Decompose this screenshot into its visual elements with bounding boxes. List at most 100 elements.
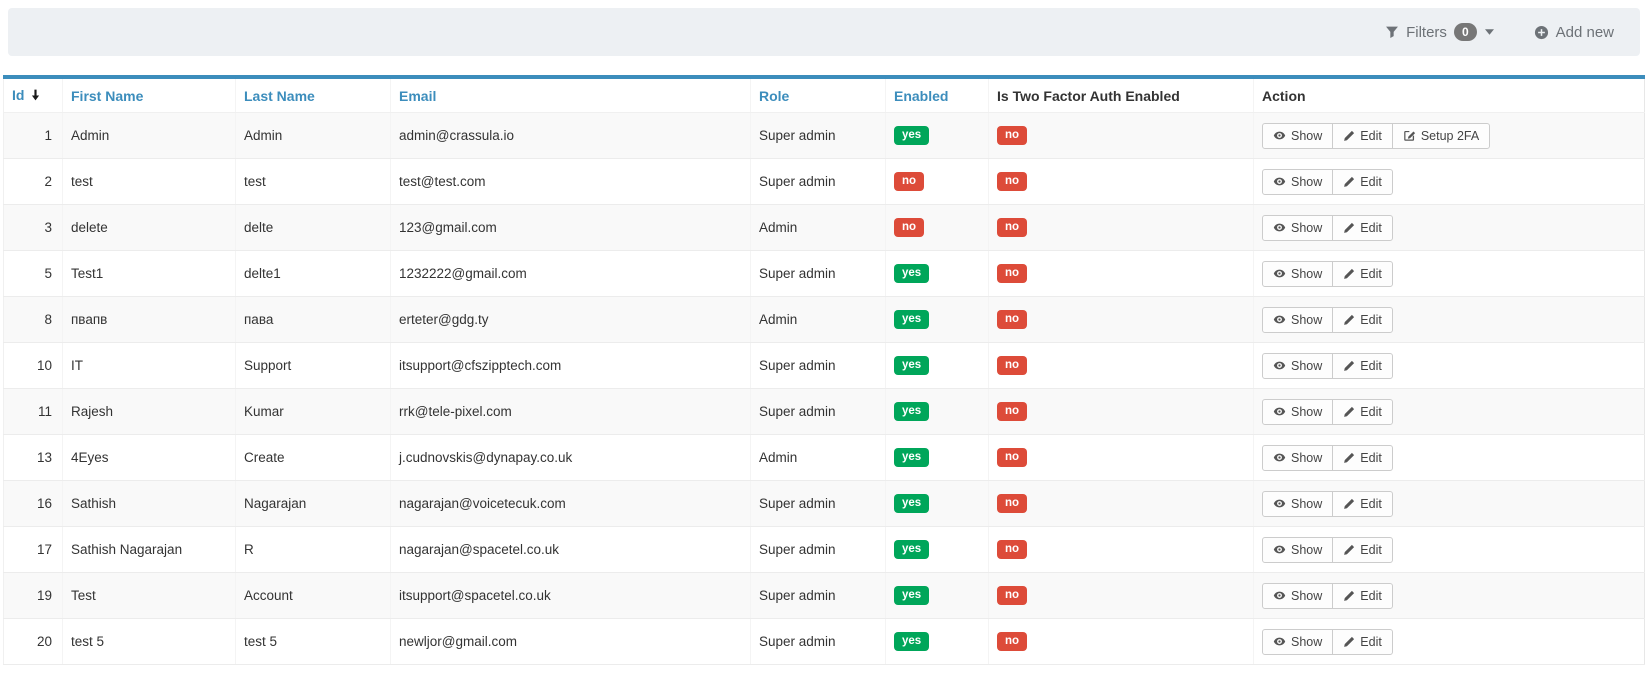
column-header-id[interactable]: Id (4, 77, 63, 113)
pencil-icon (1343, 222, 1355, 234)
id-cell: 13 (4, 435, 63, 481)
id-cell: 8 (4, 297, 63, 343)
table-row: 20 test 5 test 5 newljor@gmail.com Super… (4, 619, 1645, 665)
show-button[interactable]: Show (1262, 215, 1333, 241)
role-cell: Super admin (751, 389, 886, 435)
enabled-cell: yes (886, 297, 989, 343)
action-cell: ShowEdit (1254, 159, 1645, 205)
edit-button[interactable]: Edit (1332, 399, 1393, 425)
eye-icon (1273, 129, 1286, 142)
pencil-icon (1343, 406, 1355, 418)
pencil-icon (1343, 268, 1355, 280)
pencil-icon (1343, 176, 1355, 188)
edit-button[interactable]: Edit (1332, 353, 1393, 379)
show-button[interactable]: Show (1262, 123, 1333, 149)
filters-button[interactable]: Filters 0 (1385, 23, 1494, 41)
column-header-first-name[interactable]: First Name (63, 77, 236, 113)
eye-icon (1273, 405, 1286, 418)
edit-button[interactable]: Edit (1332, 583, 1393, 609)
two-factor-badge: no (997, 448, 1027, 467)
pencil-icon (1343, 544, 1355, 556)
show-button[interactable]: Show (1262, 399, 1333, 425)
column-header-last-name[interactable]: Last Name (236, 77, 391, 113)
setup-2fa-button[interactable]: Setup 2FA (1392, 123, 1490, 149)
pencil-icon (1343, 130, 1355, 142)
action-button-group: ShowEdit (1262, 537, 1393, 563)
show-button[interactable]: Show (1262, 307, 1333, 333)
show-button[interactable]: Show (1262, 169, 1333, 195)
enabled-badge: yes (894, 448, 929, 467)
two-factor-badge: no (997, 356, 1027, 375)
column-header-action: Action (1254, 77, 1645, 113)
first-name-cell: test 5 (63, 619, 236, 665)
role-cell: Super admin (751, 573, 886, 619)
show-button[interactable]: Show (1262, 537, 1333, 563)
action-button-group: ShowEdit (1262, 169, 1393, 195)
first-name-cell: delete (63, 205, 236, 251)
enabled-cell: yes (886, 435, 989, 481)
two-factor-badge: no (997, 586, 1027, 605)
last-name-cell: Kumar (236, 389, 391, 435)
action-cell: ShowEdit (1254, 435, 1645, 481)
show-button[interactable]: Show (1262, 261, 1333, 287)
action-button-group: ShowEdit (1262, 307, 1393, 333)
edit-button[interactable]: Edit (1332, 629, 1393, 655)
enabled-badge: yes (894, 632, 929, 651)
pencil-icon (1343, 452, 1355, 464)
email-cell: j.cudnovskis@dynapay.co.uk (391, 435, 751, 481)
role-cell: Admin (751, 205, 886, 251)
role-cell: Super admin (751, 481, 886, 527)
enabled-cell: no (886, 159, 989, 205)
email-cell: rrk@tele-pixel.com (391, 389, 751, 435)
email-cell: 123@gmail.com (391, 205, 751, 251)
column-header-role[interactable]: Role (751, 77, 886, 113)
column-header-email[interactable]: Email (391, 77, 751, 113)
edit-button[interactable]: Edit (1332, 537, 1393, 563)
last-name-cell: test 5 (236, 619, 391, 665)
action-cell: ShowEdit (1254, 389, 1645, 435)
show-button[interactable]: Show (1262, 491, 1333, 517)
edit-button[interactable]: Edit (1332, 445, 1393, 471)
role-cell: Super admin (751, 113, 886, 159)
action-cell: ShowEditSetup 2FA (1254, 113, 1645, 159)
show-button[interactable]: Show (1262, 353, 1333, 379)
email-cell: 1232222@gmail.com (391, 251, 751, 297)
toolbar: Filters 0 Add new (8, 8, 1640, 56)
enabled-cell: yes (886, 113, 989, 159)
edit-button[interactable]: Edit (1332, 261, 1393, 287)
edit-button[interactable]: Edit (1332, 307, 1393, 333)
email-cell: erteter@gdg.ty (391, 297, 751, 343)
column-header-two-factor: Is Two Factor Auth Enabled (989, 77, 1254, 113)
table-row: 17 Sathish Nagarajan R nagarajan@spacete… (4, 527, 1645, 573)
column-header-enabled[interactable]: Enabled (886, 77, 989, 113)
two-factor-badge: no (997, 632, 1027, 651)
edit-button[interactable]: Edit (1332, 491, 1393, 517)
enabled-cell: yes (886, 481, 989, 527)
id-cell: 1 (4, 113, 63, 159)
enabled-cell: yes (886, 619, 989, 665)
action-cell: ShowEdit (1254, 205, 1645, 251)
show-button[interactable]: Show (1262, 445, 1333, 471)
pencil-icon (1343, 314, 1355, 326)
action-button-group: ShowEdit (1262, 445, 1393, 471)
action-button-group: ShowEdit (1262, 491, 1393, 517)
add-new-button[interactable]: Add new (1534, 24, 1614, 41)
enabled-badge: yes (894, 310, 929, 329)
plus-circle-icon (1534, 25, 1549, 40)
show-button[interactable]: Show (1262, 583, 1333, 609)
action-cell: ShowEdit (1254, 343, 1645, 389)
edit-button[interactable]: Edit (1332, 123, 1393, 149)
first-name-cell: Admin (63, 113, 236, 159)
eye-icon (1273, 635, 1286, 648)
role-cell: Super admin (751, 619, 886, 665)
email-cell: test@test.com (391, 159, 751, 205)
edit-button[interactable]: Edit (1332, 169, 1393, 195)
action-cell: ShowEdit (1254, 527, 1645, 573)
edit-button[interactable]: Edit (1332, 215, 1393, 241)
show-button[interactable]: Show (1262, 629, 1333, 655)
id-cell: 5 (4, 251, 63, 297)
two-factor-cell: no (989, 573, 1254, 619)
first-name-cell: 4Eyes (63, 435, 236, 481)
two-factor-badge: no (997, 540, 1027, 559)
id-cell: 16 (4, 481, 63, 527)
